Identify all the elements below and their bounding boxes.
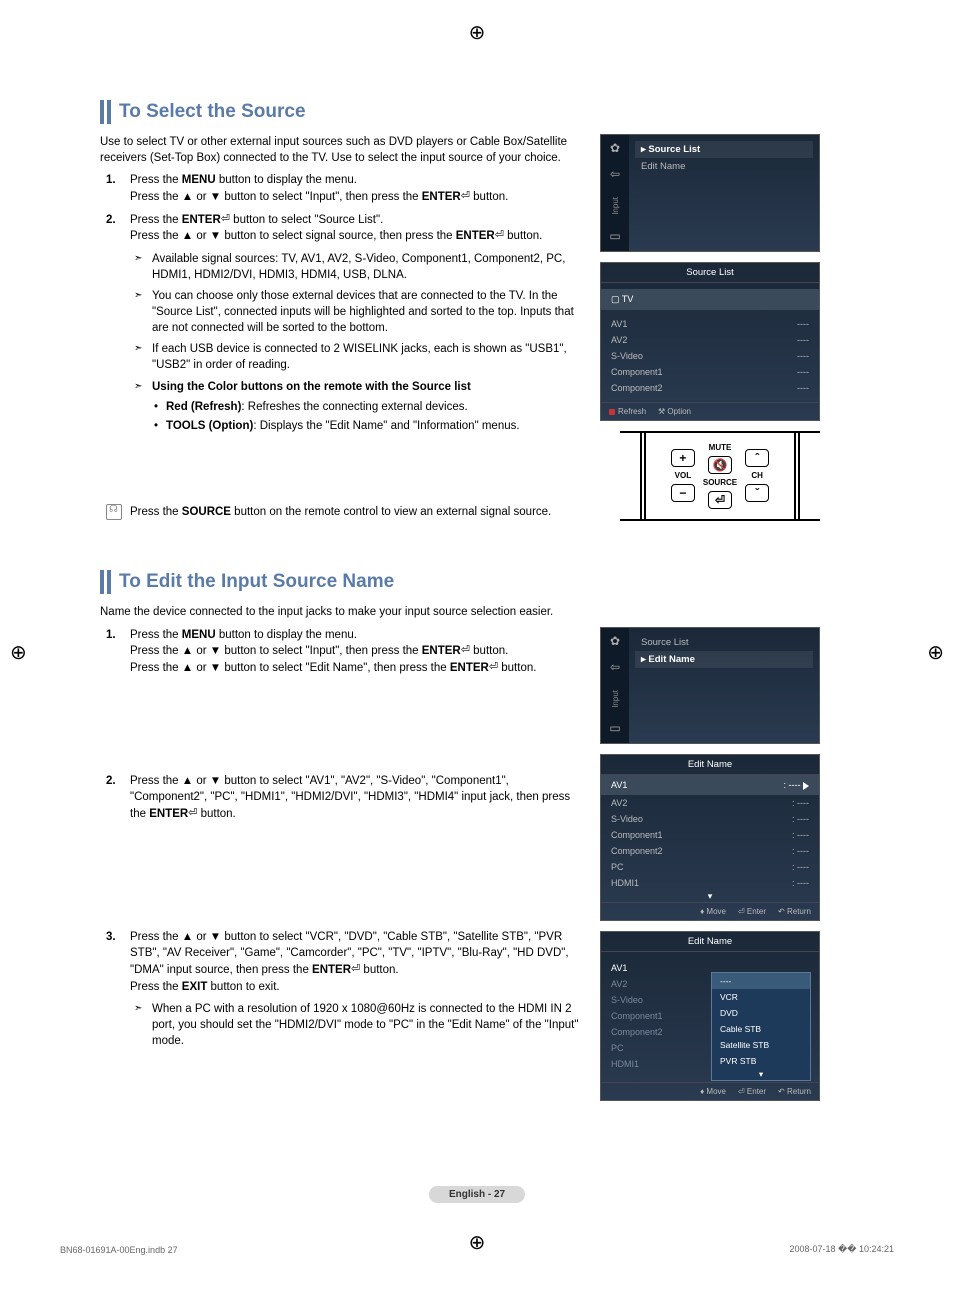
osd-row: AV1---- <box>601 316 819 332</box>
dd-item: VCR <box>712 989 810 1005</box>
osd-row: AV2: ---- <box>601 795 819 811</box>
ch-label: CH <box>751 471 763 480</box>
registration-mark-icon: ⊕ <box>469 20 486 45</box>
osd-item: Edit Name <box>635 158 813 175</box>
ch-up-icon: ˆ <box>745 449 769 467</box>
gear-icon: ✿ <box>607 141 623 157</box>
remote-shortcut-note: Press the SOURCE button on the remote co… <box>100 504 580 521</box>
sidebar-label: Input <box>611 686 620 712</box>
note-subitem: TOOLS (Option): Displays the "Edit Name"… <box>152 418 580 434</box>
osd-row: Component1---- <box>601 364 819 380</box>
section-decor-icon <box>100 570 111 594</box>
osd-item: ▸ Source List <box>635 141 813 158</box>
enter-icon: ⏎ <box>495 228 504 244</box>
vol-down-icon: − <box>671 484 695 502</box>
return-label: ↶ Return <box>778 1087 811 1096</box>
return-label: ↶ Return <box>778 907 811 916</box>
note-subitem: Red (Refresh): Refreshes the connecting … <box>152 399 580 415</box>
enter-label: ⏎ Enter <box>738 1087 766 1096</box>
osd-row: Component1: ---- <box>601 827 819 843</box>
arrow-right-icon <box>803 782 809 790</box>
osd-row: AV2---- <box>601 332 819 348</box>
osd-source-list: Source List ▢ TV AV1---- AV2---- S-Video… <box>600 262 820 421</box>
input-icon: ⇦ <box>607 660 623 676</box>
osd-row: AV1: ---- <box>601 775 819 795</box>
step-2: Press the ▲ or ▼ button to select "AV1",… <box>100 773 580 923</box>
section-decor-icon <box>100 100 111 124</box>
remote-diagram: + VOL − MUTE 🔇 SOURCE ⏎ ˆ CH ˇ <box>620 431 820 521</box>
intro-text: Use to select TV or other external input… <box>100 134 580 166</box>
move-label: ♦ Move <box>700 907 726 916</box>
osd-input-menu: ✿ ⇦ Input ▭ Source List ▸ Edit Name <box>600 627 820 745</box>
intro-text: Name the device connected to the input j… <box>100 604 860 620</box>
usb-icon: ▭ <box>607 229 623 245</box>
osd-row: Component2---- <box>601 380 819 396</box>
gear-icon: ✿ <box>607 634 623 650</box>
dd-item: Satellite STB <box>712 1037 810 1053</box>
enter-icon: ⏎ <box>461 643 470 659</box>
osd-row: S-Video---- <box>601 348 819 364</box>
sidebar-label: Input <box>611 193 620 219</box>
enter-icon: ⏎ <box>188 806 197 822</box>
note-item: Available signal sources: TV, AV1, AV2, … <box>130 251 580 283</box>
note-item: You can choose only those external devic… <box>130 288 580 336</box>
refresh-label: Refresh <box>609 407 646 416</box>
step-1: Press the MENU button to display the men… <box>100 627 580 767</box>
osd-row: Component2: ---- <box>601 843 819 859</box>
enter-icon: ⏎ <box>461 189 470 205</box>
registration-mark-icon: ⊕ <box>469 1230 486 1255</box>
move-label: ♦ Move <box>700 1087 726 1096</box>
dd-item: PVR STB <box>712 1053 810 1069</box>
note-item: If each USB device is connected to 2 WIS… <box>130 341 580 373</box>
vol-up-icon: + <box>671 449 695 467</box>
usb-icon: ▭ <box>607 721 623 737</box>
enter-icon: ⏎ <box>221 212 230 228</box>
osd-row: PC: ---- <box>601 859 819 875</box>
note-item: Using the Color buttons on the remote wi… <box>130 379 580 434</box>
dd-item: ---- <box>712 973 810 989</box>
dropdown-panel: ---- VCR DVD Cable STB Satellite STB PVR… <box>711 972 811 1081</box>
page-number: English - 27 <box>429 1186 525 1203</box>
registration-mark-icon: ⊕ <box>927 640 944 665</box>
osd-edit-name-list: Edit Name AV1: ---- AV2: ---- S-Video: -… <box>600 754 820 921</box>
osd-item: ▸ Edit Name <box>635 651 813 668</box>
osd-header: Edit Name <box>601 932 819 952</box>
registration-mark-icon: ⊕ <box>10 640 27 665</box>
osd-item: Source List <box>635 634 813 651</box>
source-icon: ⏎ <box>708 491 732 509</box>
source-file-label: BN68-01691A-00Eng.indb 27 <box>60 1245 178 1255</box>
vol-label: VOL <box>675 471 691 480</box>
step-2: Press the ENTER ⏎ button to select "Sour… <box>100 212 580 434</box>
section-title: To Edit the Input Source Name <box>119 571 394 593</box>
dd-item: DVD <box>712 1005 810 1021</box>
osd-row: HDMI1: ---- <box>601 875 819 891</box>
osd-row: ▢ TV <box>601 289 819 310</box>
dd-item: Cable STB <box>712 1021 810 1037</box>
osd-edit-name-dropdown: Edit Name AV1 AV2 S-Video Component1 Com… <box>600 931 820 1101</box>
section-title: To Select the Source <box>119 101 306 123</box>
step-1: Press the MENU button to display the men… <box>100 172 580 205</box>
osd-header: Source List <box>601 263 819 283</box>
mute-label: MUTE <box>709 443 732 452</box>
osd-row: S-Video: ---- <box>601 811 819 827</box>
ch-down-icon: ˇ <box>745 484 769 502</box>
osd-header: Edit Name <box>601 755 819 775</box>
note-item: When a PC with a resolution of 1920 x 10… <box>130 1001 580 1049</box>
osd-input-menu: ✿ ⇦ Input ▭ ▸ Source List Edit Name <box>600 134 820 252</box>
enter-icon: ⏎ <box>489 660 498 676</box>
option-label: ⚒ Option <box>658 407 691 416</box>
source-label: SOURCE <box>703 478 737 487</box>
enter-label: ⏎ Enter <box>738 907 766 916</box>
mute-icon: 🔇 <box>708 456 732 474</box>
timestamp-label: 2008-07-18 �� 10:24:21 <box>789 1244 894 1255</box>
input-icon: ⇦ <box>607 167 623 183</box>
step-3: Press the ▲ or ▼ button to select "VCR",… <box>100 929 580 1050</box>
enter-icon: ⏎ <box>351 962 360 978</box>
